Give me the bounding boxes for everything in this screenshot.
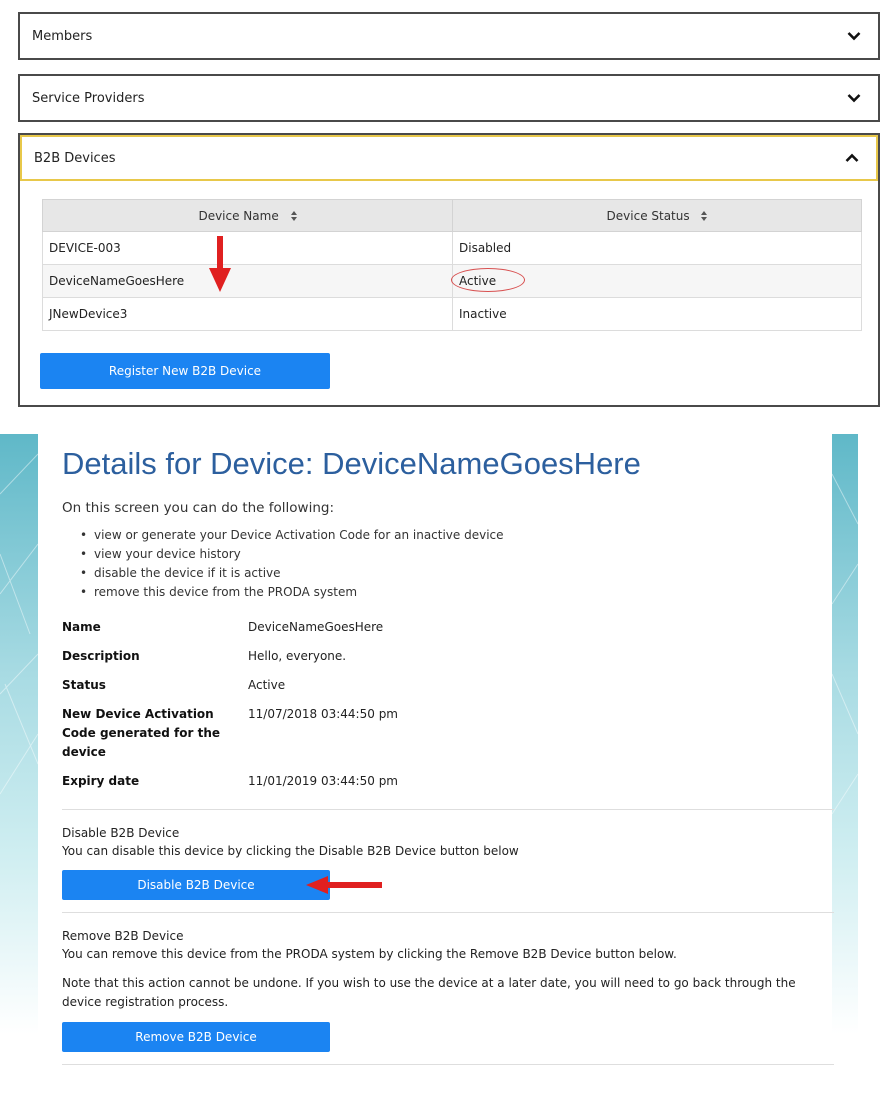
property-value: 11/07/2018 03:44:50 pm xyxy=(248,707,398,721)
devices-table: Device Name Device Status DEVICE-003 Dis… xyxy=(42,199,862,331)
remove-b2b-device-button[interactable]: Remove B2B Device xyxy=(62,1022,330,1052)
device-status-cell: Disabled xyxy=(452,231,862,265)
property-label: Expiry date xyxy=(62,774,140,788)
section-note: Note that this action cannot be undone. … xyxy=(62,976,796,1009)
device-name-cell[interactable]: DEVICE-003 xyxy=(42,231,453,265)
register-new-b2b-device-button[interactable]: Register New B2B Device xyxy=(40,353,330,389)
section-title: Remove B2B Device xyxy=(62,929,184,943)
property-value: Active xyxy=(248,678,286,692)
device-name-cell[interactable]: DeviceNameGoesHere xyxy=(42,264,453,298)
property-row: New Device Activation Code generated for… xyxy=(62,705,622,762)
property-row: Status Active xyxy=(62,676,622,695)
chevron-down-icon[interactable] xyxy=(844,88,864,108)
b2b-devices-label: B2B Devices xyxy=(34,150,116,166)
divider xyxy=(62,1064,834,1065)
property-value: 11/01/2019 03:44:50 pm xyxy=(248,774,398,788)
section-text: You can disable this device by clicking … xyxy=(62,844,519,858)
property-value: Hello, everyone. xyxy=(248,649,347,663)
annotation-arrow-left-icon xyxy=(306,876,382,894)
page-title: Details for Device: DeviceNameGoesHere xyxy=(62,446,641,481)
chevron-down-icon[interactable] xyxy=(844,26,864,46)
divider xyxy=(62,809,834,810)
property-row: Name DeviceNameGoesHere xyxy=(62,618,622,637)
service-providers-accordion[interactable]: Service Providers xyxy=(18,74,880,122)
property-row: Expiry date 11/01/2019 03:44:50 pm xyxy=(62,772,622,791)
property-label: Status xyxy=(62,678,106,692)
device-name-cell[interactable]: JNewDevice3 xyxy=(42,297,453,331)
property-label: Name xyxy=(62,620,101,634)
sort-icon[interactable] xyxy=(290,211,297,221)
section-text: You can remove this device from the PROD… xyxy=(62,947,677,961)
property-label: New Device Activation Code generated for… xyxy=(62,707,221,759)
details-content: Details for Device: DeviceNameGoesHere O… xyxy=(62,434,838,1079)
members-accordion-header[interactable]: Members xyxy=(20,14,878,58)
list-item: view or generate your Device Activation … xyxy=(80,528,838,547)
table-row[interactable]: DEVICE-003 Disabled xyxy=(42,231,862,265)
intro-text: On this screen you can do the following: xyxy=(62,500,335,516)
section-title: Disable B2B Device xyxy=(62,826,180,840)
divider xyxy=(62,912,834,913)
disable-section: Disable B2B Device You can disable this … xyxy=(62,824,838,900)
annotation-circle xyxy=(451,268,525,292)
device-properties: Name DeviceNameGoesHere Description Hell… xyxy=(62,618,622,791)
column-header-device-status[interactable]: Device Status xyxy=(452,199,862,232)
column-header-device-name[interactable]: Device Name xyxy=(42,199,453,232)
property-label: Description xyxy=(62,649,140,663)
sort-icon[interactable] xyxy=(701,211,708,221)
members-label: Members xyxy=(32,28,93,44)
capabilities-list: view or generate your Device Activation … xyxy=(62,528,838,604)
list-item: remove this device from the PRODA system xyxy=(80,585,838,604)
device-status-cell: Inactive xyxy=(452,297,862,331)
b2b-devices-accordion: B2B Devices Device Name Device Status DE… xyxy=(18,133,880,407)
b2b-devices-accordion-header[interactable]: B2B Devices xyxy=(20,135,878,181)
property-row: Description Hello, everyone. xyxy=(62,647,622,666)
service-providers-accordion-header[interactable]: Service Providers xyxy=(20,76,878,120)
table-row[interactable]: DeviceNameGoesHere Active xyxy=(42,264,862,298)
members-accordion[interactable]: Members xyxy=(18,12,880,60)
disable-b2b-device-button[interactable]: Disable B2B Device xyxy=(62,870,330,900)
remove-section: Remove B2B Device You can remove this de… xyxy=(62,927,838,1052)
chevron-up-icon[interactable] xyxy=(842,148,862,168)
property-value: DeviceNameGoesHere xyxy=(248,620,384,634)
list-item: disable the device if it is active xyxy=(80,566,838,585)
device-details-page: Details for Device: DeviceNameGoesHere O… xyxy=(0,434,884,1096)
table-row[interactable]: JNewDevice3 Inactive xyxy=(42,297,862,331)
service-providers-label: Service Providers xyxy=(32,90,145,106)
annotation-arrow-down-icon xyxy=(209,236,231,292)
device-status-cell: Active xyxy=(451,264,862,298)
decorative-side-pattern xyxy=(0,434,38,1034)
list-item: view your device history xyxy=(80,547,838,566)
